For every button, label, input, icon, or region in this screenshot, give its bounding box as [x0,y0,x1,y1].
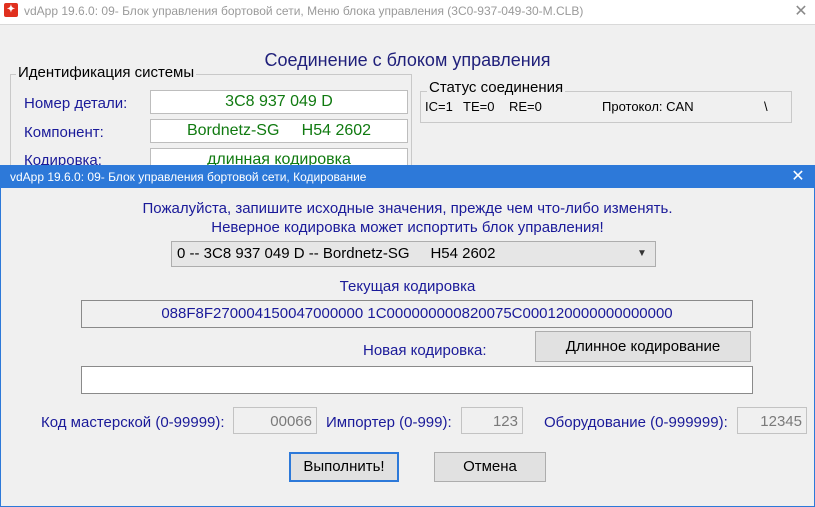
execute-button[interactable]: Выполнить! [289,452,399,482]
select-value: 0 -- 3C8 937 049 D -- Bordnetz-SG H54 26… [177,245,496,262]
workshop-code-field[interactable]: 00066 [233,407,317,434]
warning-line-1: Пожалуйста, запишите исходные значения, … [142,200,673,217]
dialog-close-icon[interactable]: ✕ [787,166,809,188]
status-protocol: Протокол: CAN [602,99,694,114]
chevron-down-icon: ▼ [637,248,647,259]
identification-legend: Идентификация системы [16,64,197,81]
component-label: Компонент: [24,124,104,141]
workshop-code-label: Код мастерской (0-99999): [41,414,225,431]
long-coding-button[interactable]: Длинное кодирование [535,331,751,362]
close-icon[interactable]: ✕ [790,1,812,23]
equipment-label: Оборудование (0-999999): [544,414,728,431]
cancel-button[interactable]: Отмена [434,452,546,482]
status-spinner: \ [764,99,768,114]
dialog-title: vdApp 19.6.0: 09- Блок управления бортов… [10,170,367,184]
importer-label: Импортер (0-999): [326,414,452,431]
status-te: TE=0 [463,99,495,114]
control-unit-select[interactable]: 0 -- 3C8 937 049 D -- Bordnetz-SG H54 26… [171,241,656,267]
connection-status-legend: Статус соединения [427,79,566,96]
warning-line-2: Неверное кодировка может испортить блок … [211,219,604,236]
new-coding-input[interactable] [81,366,753,394]
equipment-field[interactable]: 12345 [737,407,807,434]
part-number-label: Номер детали: [24,95,128,112]
current-coding-field: 088F8F270004150047000000 1C0000000008200… [81,300,753,328]
new-coding-label: Новая кодировка: [363,342,487,359]
component-value: Bordnetz-SG H54 2602 [150,119,408,143]
app-icon: ✦ [4,3,18,17]
current-coding-label: Текущая кодировка [339,278,476,295]
main-window-title: vdApp 19.6.0: 09- Блок управления бортов… [24,4,584,18]
coding-dialog: vdApp 19.6.0: 09- Блок управления бортов… [0,165,815,507]
importer-field[interactable]: 123 [461,407,523,434]
status-re: RE=0 [509,99,542,114]
status-ic: IC=1 [425,99,453,114]
part-number-value: 3C8 937 049 D [150,90,408,114]
